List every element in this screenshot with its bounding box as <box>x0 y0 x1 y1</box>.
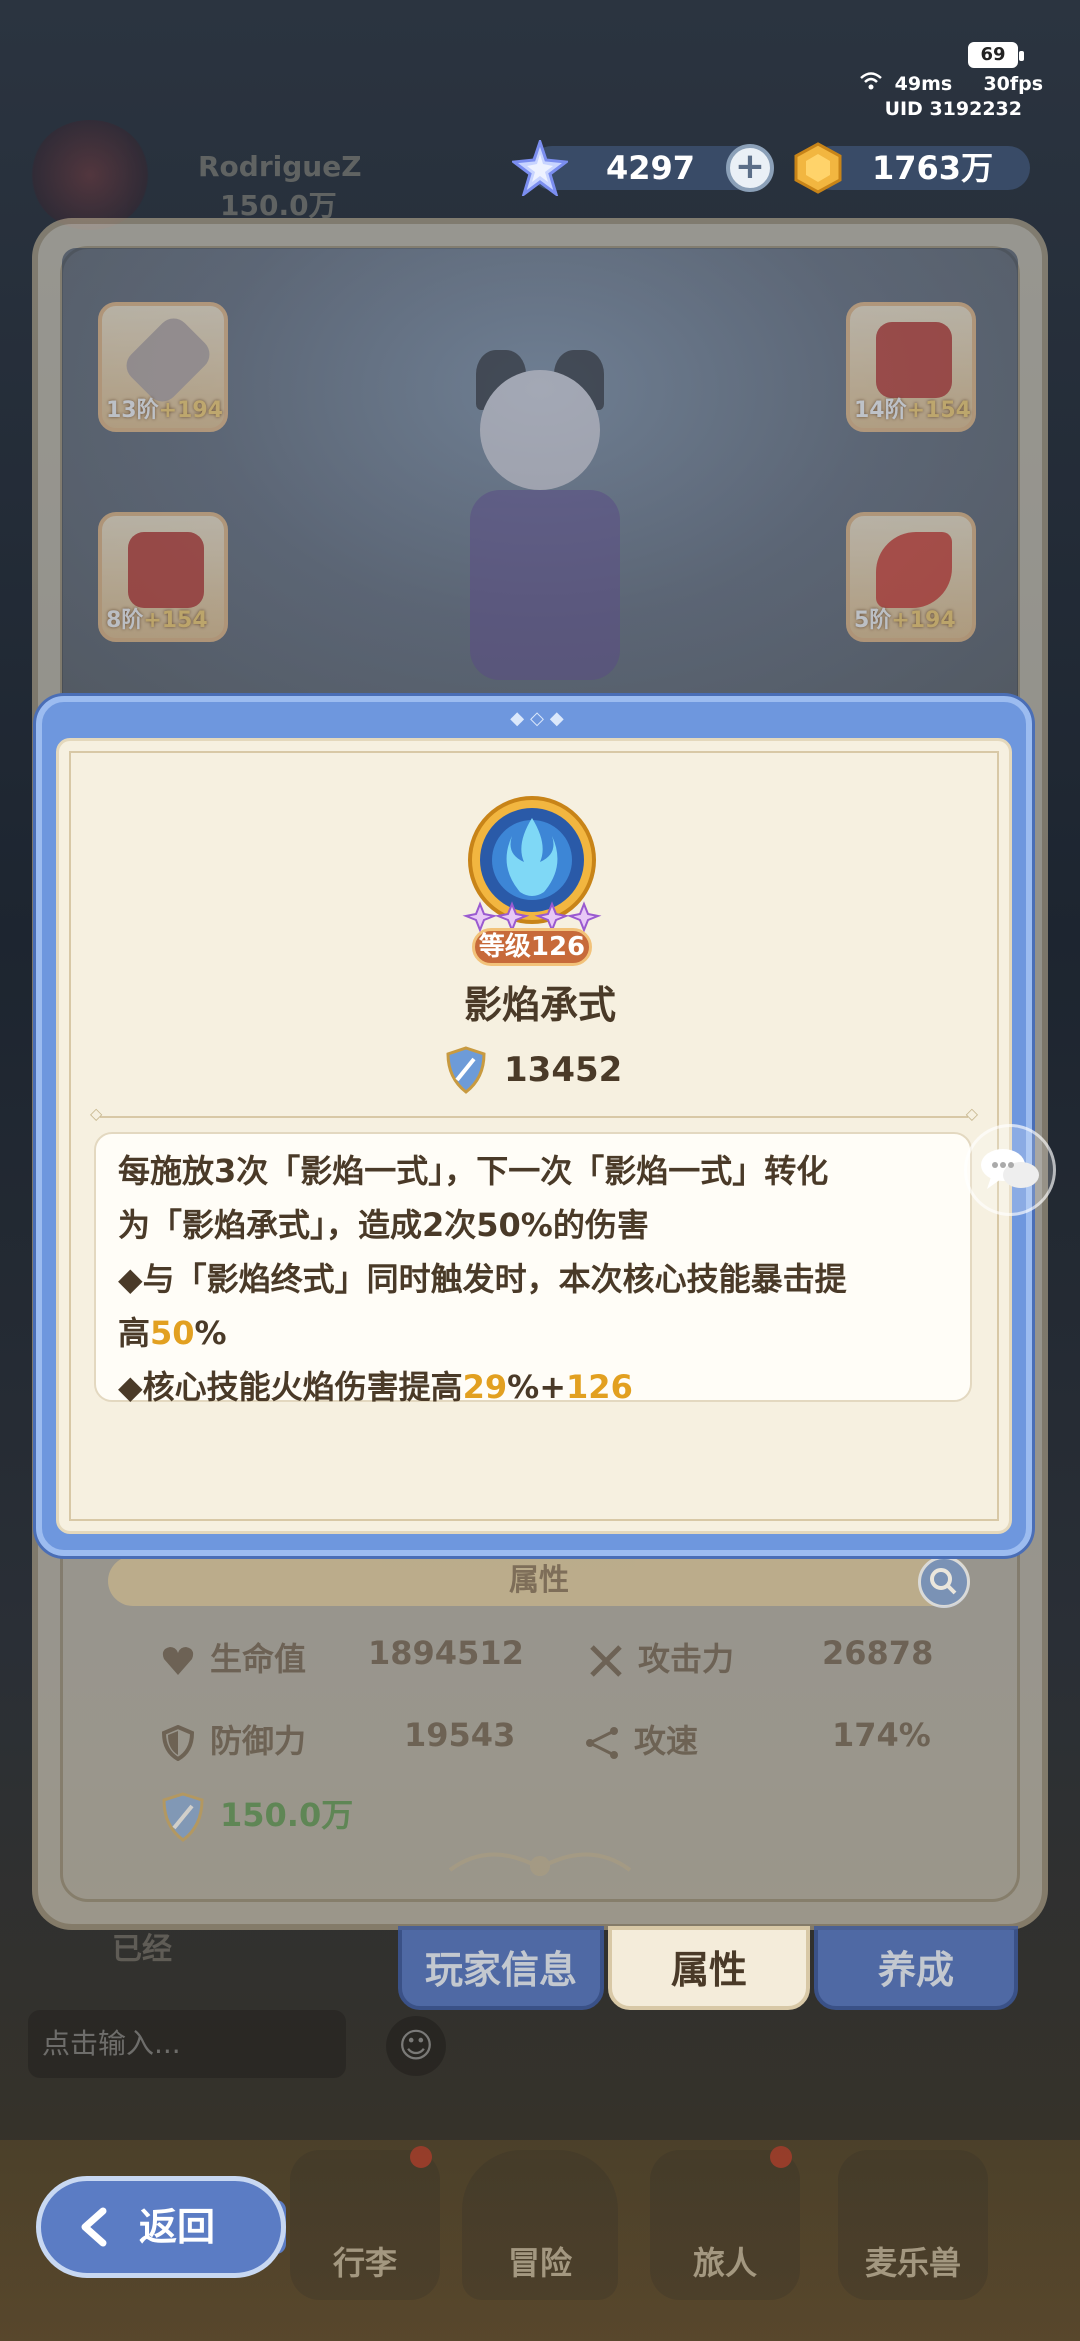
ping-text: 49ms <box>894 73 953 95</box>
skill-description: 每施放3次「影焰一式」，下一次「影焰一式」转化 为「影焰承式」，造成2次50%的… <box>94 1132 972 1406</box>
back-arrow-icon <box>81 2207 107 2247</box>
desc-highlight: 50 <box>150 1314 195 1352</box>
emoji-icon[interactable]: ☺ <box>386 2016 446 2076</box>
desc-line-5: ◆核心技能火焰伤害提高29%+126 <box>118 1360 948 1414</box>
nav-pet[interactable]: 麦乐兽 <box>838 2150 988 2300</box>
equip-slot-gloves[interactable]: 5阶+194 <box>846 512 976 642</box>
divider <box>90 1104 978 1123</box>
tab-attributes[interactable]: 属性 <box>608 1926 810 2010</box>
network-status: 49ms 30fps <box>860 72 1044 95</box>
attributes-header: 属性 <box>108 1556 970 1606</box>
gold-coin-icon <box>794 142 842 194</box>
back-button[interactable]: 返回 <box>36 2176 286 2278</box>
attr-label: 防御力 <box>210 1722 307 1760</box>
add-stars-button[interactable]: + <box>726 144 774 192</box>
attr-label: 生命值 <box>210 1640 307 1678</box>
desc-text: % <box>194 1314 227 1352</box>
uid-text: UID 3192232 <box>884 98 1022 120</box>
notification-dot <box>770 2146 792 2168</box>
gloves-icon <box>876 532 952 608</box>
shadow-flame-skill-icon <box>462 796 602 933</box>
nav-traveler[interactable]: 旅人 <box>650 2146 800 2300</box>
equip-bonus: +154 <box>143 608 208 633</box>
chat-input[interactable]: 点击输入... <box>28 2010 346 2078</box>
desc-highlight: 29 <box>462 1368 508 1406</box>
chat-icon <box>981 1149 1039 1189</box>
equip-bonus: +194 <box>158 398 223 423</box>
armor-icon <box>128 532 204 608</box>
desc-line-2: 为「影焰承式」，造成2次50%的伤害 <box>118 1206 649 1244</box>
nav-label: 冒险 <box>507 2244 572 2282</box>
equip-tier: 14阶 <box>854 398 907 423</box>
desc-line-3: ◆与「影焰终式」同时触发时，本次核心技能暴击提 <box>118 1260 847 1298</box>
nav-label: 麦乐兽 <box>864 2244 961 2282</box>
attr-def: 防御力 <box>160 1716 306 1762</box>
desc-text: 高 <box>118 1314 151 1352</box>
chat-text: 已经 <box>112 1932 172 1967</box>
nav-label: 行李 <box>332 2244 397 2282</box>
fps-text: 30fps <box>983 73 1044 95</box>
crossed-swords-icon <box>588 1643 624 1679</box>
nav-bag[interactable]: 行李 <box>290 2146 440 2300</box>
heart-icon <box>160 1643 196 1679</box>
wifi-icon <box>860 72 882 95</box>
nav-label: 旅人 <box>692 2244 757 2282</box>
tab-player-info[interactable]: 玩家信息 <box>398 1926 604 2010</box>
gold-amount: 1763万 <box>872 149 994 187</box>
shield-icon <box>160 1724 196 1762</box>
modal-top-ornament: ◆◇◆ <box>510 708 570 729</box>
equip-slot-armor[interactable]: 8阶+154 <box>98 512 228 642</box>
player-header: RodrigueZ 150.0万 <box>30 120 390 230</box>
nav-adventure[interactable]: 冒险 <box>462 2150 618 2300</box>
skill-name: 影焰承式 <box>463 983 616 1027</box>
skill-level-badge: 等级126 <box>472 928 592 966</box>
desc-highlight: 126 <box>566 1368 633 1406</box>
combat-power-icon <box>160 1792 206 1842</box>
attr-power: 150.0万 <box>160 1790 353 1842</box>
search-icon <box>930 1568 957 1595</box>
desc-text: ◆核心技能火焰伤害提高 <box>118 1368 463 1406</box>
desc-line-1: 每施放3次「影焰一式」，下一次「影焰一式」转化 <box>118 1152 829 1190</box>
tab-training[interactable]: 养成 <box>814 1926 1018 2010</box>
attributes-title: 属性 <box>509 1563 569 1598</box>
character-model <box>420 350 660 690</box>
attr-label: 攻速 <box>634 1722 699 1760</box>
attr-hp: 生命值 <box>160 1634 306 1680</box>
helmet-icon <box>876 322 952 398</box>
attr-atk-value: 26878 <box>822 1634 934 1672</box>
attr-hp-value: 1894512 <box>368 1634 524 1672</box>
combat-power-icon <box>446 1046 486 1094</box>
notification-dot <box>410 2146 432 2168</box>
equip-bonus: +154 <box>906 398 971 423</box>
skill-score: 13452 <box>504 1050 623 1090</box>
attr-label: 攻击力 <box>638 1640 735 1678</box>
player-name: RodrigueZ <box>198 150 362 183</box>
attr-spd: 攻速 <box>584 1716 698 1762</box>
equip-slot-weapon[interactable]: 13阶+194 <box>98 302 228 432</box>
attr-def-value: 19543 <box>404 1716 516 1754</box>
power-value: 150.0万 <box>220 1796 354 1834</box>
avatar <box>30 120 150 230</box>
attributes-search-button[interactable] <box>918 1556 970 1608</box>
desc-text: %+ <box>507 1368 567 1406</box>
equip-tier: 13阶 <box>106 398 159 423</box>
star-crystal-icon <box>512 140 568 196</box>
equip-tier: 8阶 <box>106 608 144 633</box>
equip-slot-helmet[interactable]: 14阶+154 <box>846 302 976 432</box>
attack-speed-icon <box>584 1725 620 1761</box>
chat-bubble-button[interactable] <box>964 1124 1056 1216</box>
desc-line-4: 高50% <box>118 1306 948 1360</box>
battery-indicator: 69 <box>968 42 1024 68</box>
back-label: 返回 <box>139 2205 216 2249</box>
equip-tier: 5阶 <box>854 608 892 633</box>
attr-atk: 攻击力 <box>588 1634 734 1680</box>
star-amount: 4297 <box>606 149 696 187</box>
attr-spd-value: 174% <box>832 1716 931 1754</box>
equip-bonus: +194 <box>891 608 956 633</box>
ornament-icon <box>448 1852 632 1876</box>
